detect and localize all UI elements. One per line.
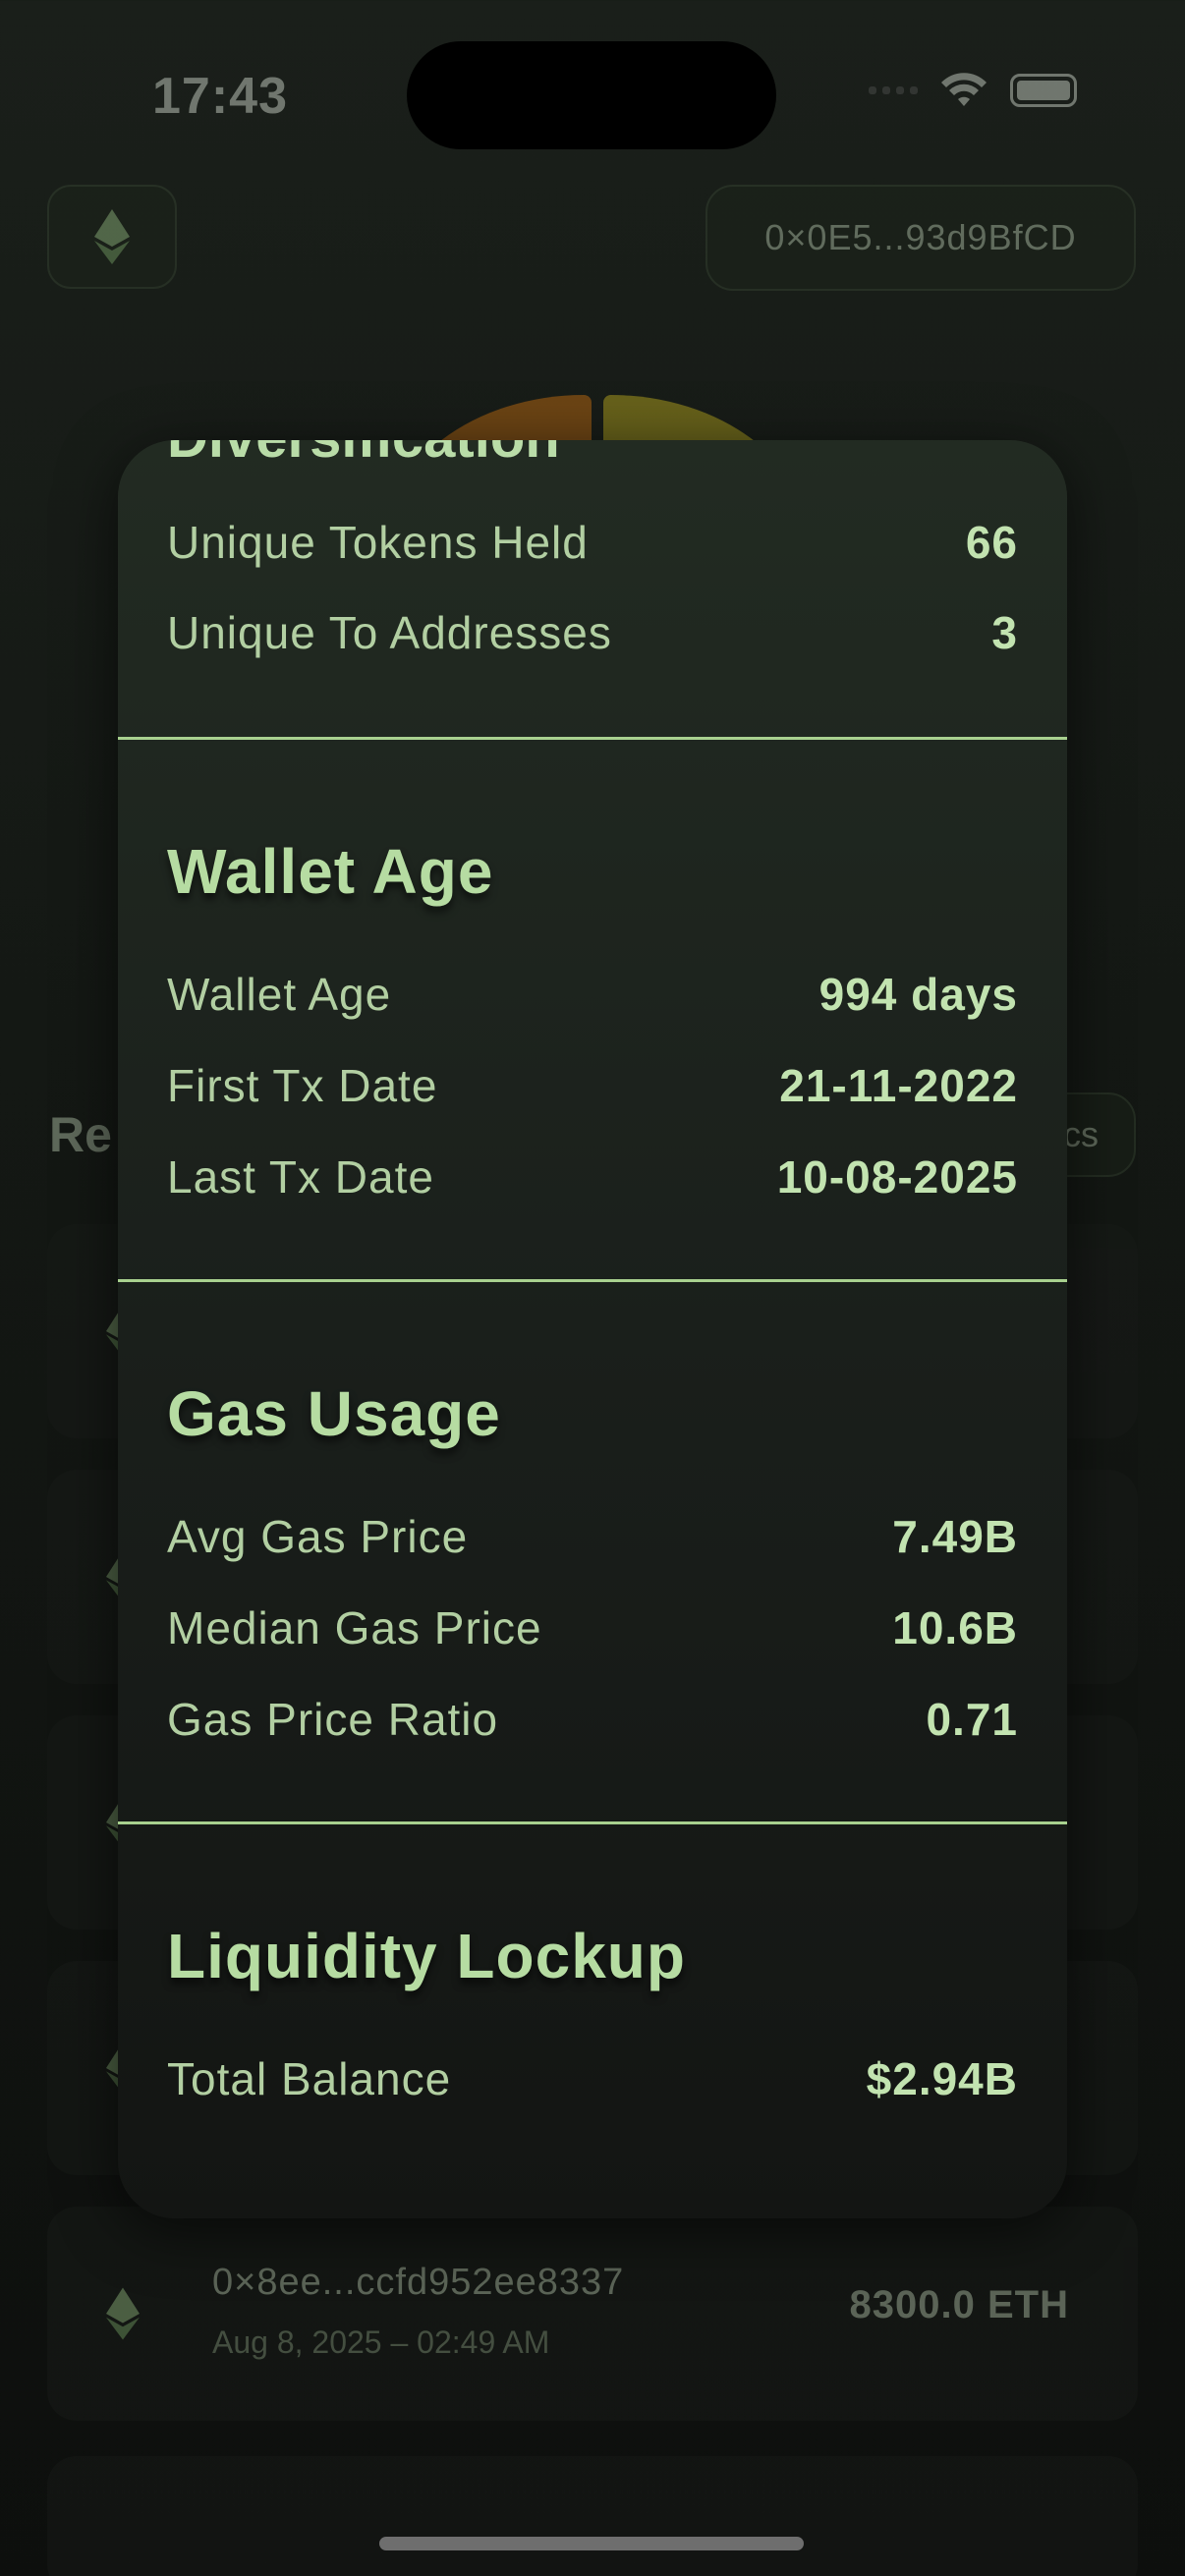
transaction-hash: 0×8ee...ccfd952ee8337 bbox=[212, 2262, 625, 2303]
metric-label: Unique Tokens Held bbox=[167, 517, 589, 568]
battery-icon bbox=[1010, 74, 1077, 107]
transaction-card[interactable] bbox=[47, 2456, 1138, 2576]
metric-row: Last Tx Date 10-08-2025 bbox=[167, 1148, 1018, 1206]
metric-value: 994 days bbox=[818, 969, 1018, 1020]
metric-value: 21-11-2022 bbox=[779, 1060, 1018, 1111]
wallet-age-title: Wallet Age bbox=[167, 836, 494, 907]
metric-value: 10-08-2025 bbox=[776, 1151, 1018, 1203]
transaction-date: Aug 8, 2025 – 02:49 AM bbox=[212, 2324, 550, 2360]
metric-row: Median Gas Price 10.6B bbox=[167, 1598, 1018, 1657]
ethereum-icon bbox=[94, 209, 130, 264]
ethereum-icon bbox=[106, 2287, 140, 2340]
section-divider bbox=[118, 737, 1067, 740]
metric-label: Median Gas Price bbox=[167, 1602, 542, 1653]
metric-row: Gas Price Ratio 0.71 bbox=[167, 1690, 1018, 1749]
metric-label: Gas Price Ratio bbox=[167, 1694, 499, 1745]
gas-usage-title: Gas Usage bbox=[167, 1378, 501, 1449]
wallet-metrics-modal: Diversification Unique Tokens Held 66 Un… bbox=[118, 440, 1067, 2218]
section-divider bbox=[118, 1821, 1067, 1824]
diversification-title-clipped: Diversification bbox=[167, 440, 560, 471]
wallet-address-button[interactable]: 0×0E5...93d9BfCD bbox=[705, 185, 1136, 291]
metric-value: $2.94B bbox=[866, 2053, 1018, 2104]
metric-label: First Tx Date bbox=[167, 1060, 438, 1111]
metric-label: Total Balance bbox=[167, 2053, 452, 2104]
wifi-icon bbox=[941, 73, 987, 106]
liquidity-lockup-title: Liquidity Lockup bbox=[167, 1921, 686, 1991]
metric-label: Last Tx Date bbox=[167, 1151, 434, 1203]
metric-row: Total Balance $2.94B bbox=[167, 2049, 1018, 2108]
section-divider bbox=[118, 1279, 1067, 1282]
status-time: 17:43 bbox=[152, 68, 288, 125]
metric-value: 3 bbox=[991, 607, 1018, 658]
metric-row: Avg Gas Price 7.49B bbox=[167, 1507, 1018, 1566]
metric-value: 0.71 bbox=[926, 1694, 1018, 1745]
metric-value: 66 bbox=[965, 517, 1018, 568]
metric-row: First Tx Date 21-11-2022 bbox=[167, 1056, 1018, 1115]
network-button[interactable] bbox=[47, 185, 177, 289]
metric-label: Avg Gas Price bbox=[167, 1511, 469, 1562]
metric-label: Unique To Addresses bbox=[167, 607, 612, 658]
recent-transactions-title: Re bbox=[49, 1107, 112, 1162]
metric-value: 7.49B bbox=[892, 1511, 1018, 1562]
status-icons bbox=[869, 73, 1077, 108]
metric-row: Unique Tokens Held 66 bbox=[167, 513, 1018, 572]
metric-value: 10.6B bbox=[892, 1602, 1018, 1653]
metric-label: Wallet Age bbox=[167, 969, 392, 1020]
transaction-amount: 8300.0 ETH bbox=[849, 2283, 1069, 2326]
home-indicator[interactable] bbox=[379, 2537, 804, 2550]
metric-row: Wallet Age 994 days bbox=[167, 965, 1018, 1024]
dynamic-island bbox=[407, 41, 776, 149]
transaction-card[interactable]: 0×8ee...ccfd952ee8337 Aug 8, 2025 – 02:4… bbox=[47, 2207, 1138, 2421]
metric-row: Unique To Addresses 3 bbox=[167, 603, 1018, 662]
cellular-signal-icon bbox=[869, 86, 918, 94]
